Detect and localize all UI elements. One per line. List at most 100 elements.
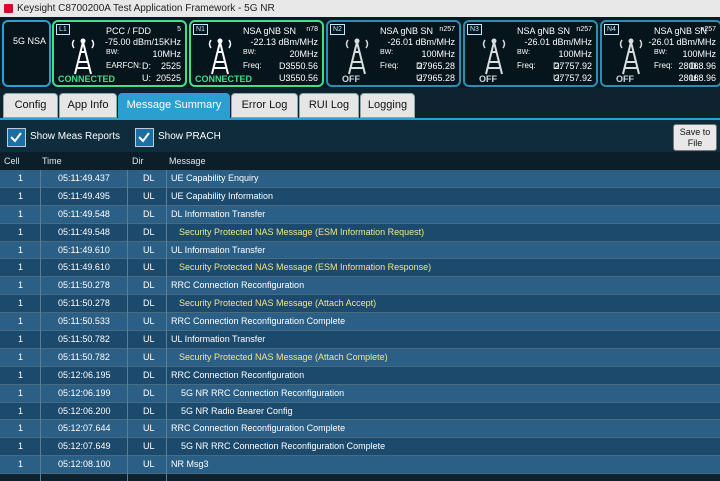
table-row[interactable]: 1 05:11:49.548 DL DL Information Transfer — [0, 205, 720, 224]
row-message: UE Capability Information — [171, 190, 274, 201]
cell-uplink: 28068.96 — [678, 73, 716, 83]
row-dir: DL — [143, 280, 155, 291]
tab-logging[interactable]: Logging — [360, 93, 415, 118]
cell-uplink: 3550.56 — [285, 73, 318, 83]
row-cell: 1 — [18, 441, 24, 452]
cell-panel-n2[interactable]: N2 NSA gNB SN n257 -26.01 dBm/MHz BW: 100MHz F… — [326, 20, 461, 87]
cell-number: N1 — [193, 24, 208, 35]
cell-freq-label: Freq: — [380, 61, 399, 70]
row-cell: 1 — [18, 298, 24, 309]
row-cell: 1 — [18, 208, 24, 219]
message-grid-body: 1 05:11:49.437 DL UE Capability Enquiry 1 05:… — [0, 170, 720, 475]
table-row[interactable]: 1 05:12:08.100 UL NR Msg3 — [0, 456, 720, 475]
column-header-message[interactable]: Message — [169, 152, 206, 170]
cell-bw: 20MHz — [289, 49, 318, 59]
row-message: RRC Connection Reconfiguration — [171, 280, 305, 291]
cell-status: OFF — [342, 74, 360, 84]
row-time: 05:11:49.610 — [58, 262, 110, 273]
mode-label: 5G NSA — [13, 36, 47, 46]
column-divider — [166, 170, 167, 481]
cell-status: CONNECTED — [195, 74, 253, 84]
tab-message-summary[interactable]: Message Summary — [118, 93, 230, 118]
row-message: 5G NR RRC Connection Reconfiguration Com… — [181, 441, 386, 452]
table-row[interactable]: 1 05:12:06.200 DL 5G NR Radio Bearer Config — [0, 402, 720, 421]
row-cell: 1 — [18, 351, 24, 362]
table-row[interactable]: 1 05:12:07.649 UL 5G NR RRC Connection Reco… — [0, 438, 720, 457]
table-row[interactable]: 1 05:11:50.782 UL UL Information Transfer — [0, 331, 720, 349]
column-divider — [127, 170, 128, 481]
tab-error-log[interactable]: Error Log — [231, 93, 298, 118]
table-row[interactable]: 1 05:11:50.533 UL RRC Connection Reconfigur… — [0, 313, 720, 332]
cell-earfcn-label: EARFCN: — [106, 61, 142, 70]
table-row[interactable]: 1 05:11:50.278 DL RRC Connection Reconfigur… — [0, 277, 720, 296]
table-row[interactable]: 1 05:11:49.548 DL Security Protected NAS Me… — [0, 223, 720, 242]
table-row[interactable]: 1 05:11:50.278 DL Security Protected NAS Me… — [0, 295, 720, 314]
row-message: Security Protected NAS Message (ESM Info… — [179, 226, 425, 237]
row-time: 05:11:49.548 — [58, 208, 110, 219]
tab-config[interactable]: Config — [3, 93, 58, 118]
cell-status: CONNECTED — [58, 74, 116, 84]
table-row[interactable]: 1 05:11:50.782 UL Security Protected NAS Me… — [0, 348, 720, 367]
antenna-tower-icon — [619, 38, 643, 75]
row-cell: 1 — [18, 423, 24, 434]
cell-uplink: 20525 — [155, 73, 181, 83]
show-meas-checkbox[interactable] — [7, 128, 26, 147]
table-row[interactable]: 1 05:12:07.644 UL RRC Connection Reconfigur… — [0, 420, 720, 439]
row-time: 05:11:50.278 — [58, 280, 110, 291]
table-row[interactable]: 1 05:11:49.437 DL UE Capability Enquiry — [0, 170, 720, 188]
save-button-line1: Save to — [679, 127, 711, 137]
antenna-tower-icon — [208, 38, 232, 75]
table-row[interactable]: 1 05:12:06.195 DL RRC Connection Reconfigur… — [0, 366, 720, 385]
table-row[interactable]: 1 05:12:06.199 DL 5G NR RRC Connection Reco… — [0, 384, 720, 403]
row-cell: 1 — [18, 280, 24, 291]
table-row[interactable]: 1 05:11:49.610 UL Security Protected NAS Me… — [0, 259, 720, 278]
cell-panel-l1[interactable]: L1 PCC / FDD 5 -75.00 dBm/15KHz BW: 10MHz EARF… — [52, 20, 187, 87]
row-cell: 1 — [18, 387, 24, 398]
row-message: UL Information Transfer — [171, 334, 266, 345]
cell-d-label: D: — [142, 61, 151, 71]
row-message: 5G NR Radio Bearer Config — [181, 405, 293, 416]
tab-rui-log[interactable]: RUI Log — [299, 93, 359, 118]
row-time: 05:11:49.548 — [58, 226, 110, 237]
row-cell: 1 — [18, 369, 24, 380]
tab-bar: Config App Info Message Summary Error Log RU… — [0, 88, 720, 118]
row-dir: UL — [143, 423, 155, 434]
cell-downlink: 27757.92 — [554, 61, 592, 71]
cell-number: N3 — [467, 24, 482, 35]
tab-app-info[interactable]: App Info — [59, 93, 117, 118]
cell-downlink: 27965.28 — [417, 61, 455, 71]
cell-title: NSA gNB SN — [380, 26, 434, 36]
table-row[interactable]: 1 05:11:49.495 UL UE Capability Information — [0, 187, 720, 206]
mode-panel[interactable]: 5G NSA — [2, 20, 51, 87]
cell-bw-label: BW: — [654, 49, 668, 56]
row-message: DL Information Transfer — [171, 208, 266, 219]
row-dir: UL — [143, 459, 155, 470]
save-to-file-button[interactable]: Save to File — [673, 124, 717, 151]
row-time: 05:11:50.278 — [58, 298, 110, 309]
cell-freq-label: Freq: — [243, 61, 262, 70]
row-time: 05:12:06.200 — [58, 405, 111, 416]
cell-band: n78 — [306, 26, 318, 33]
cell-freq-label: Freq: — [517, 61, 536, 70]
cell-panel-n1[interactable]: N1 NSA gNB SN n78 -22.13 dBm/MHz BW: 20MHz Fre… — [189, 20, 324, 87]
column-header-dir[interactable]: Dir — [132, 152, 144, 170]
cell-power: -26.01 dBm/MHz — [387, 37, 455, 47]
row-time: 05:11:49.495 — [58, 190, 110, 201]
cell-panel-n4[interactable]: N4 NSA gNB SN n257 -26.01 dBm/MHz BW: 100MHz F… — [600, 20, 720, 87]
show-prach-checkbox[interactable] — [135, 128, 154, 147]
cell-freq-label: Freq: — [654, 61, 673, 70]
column-header-cell[interactable]: Cell — [4, 152, 20, 170]
antenna-tower-icon — [71, 38, 95, 75]
table-row[interactable]: 1 05:11:49.610 UL UL Information Transfer — [0, 241, 720, 260]
cell-bw-label: BW: — [517, 49, 531, 56]
column-header-time[interactable]: Time — [42, 152, 62, 170]
cell-number: L1 — [56, 24, 70, 35]
checkmark-icon — [138, 132, 150, 143]
show-meas-label: Show Meas Reports — [30, 131, 121, 142]
cell-panel-n3[interactable]: N3 NSA gNB SN n257 -26.01 dBm/MHz BW: 100MHz F… — [463, 20, 598, 87]
row-message: Security Protected NAS Message (Attach C… — [179, 351, 388, 362]
cell-number: N4 — [604, 24, 619, 35]
save-button-line2: File — [687, 138, 703, 148]
row-dir: UL — [143, 190, 155, 201]
cell-uplink: 27965.28 — [417, 73, 455, 83]
